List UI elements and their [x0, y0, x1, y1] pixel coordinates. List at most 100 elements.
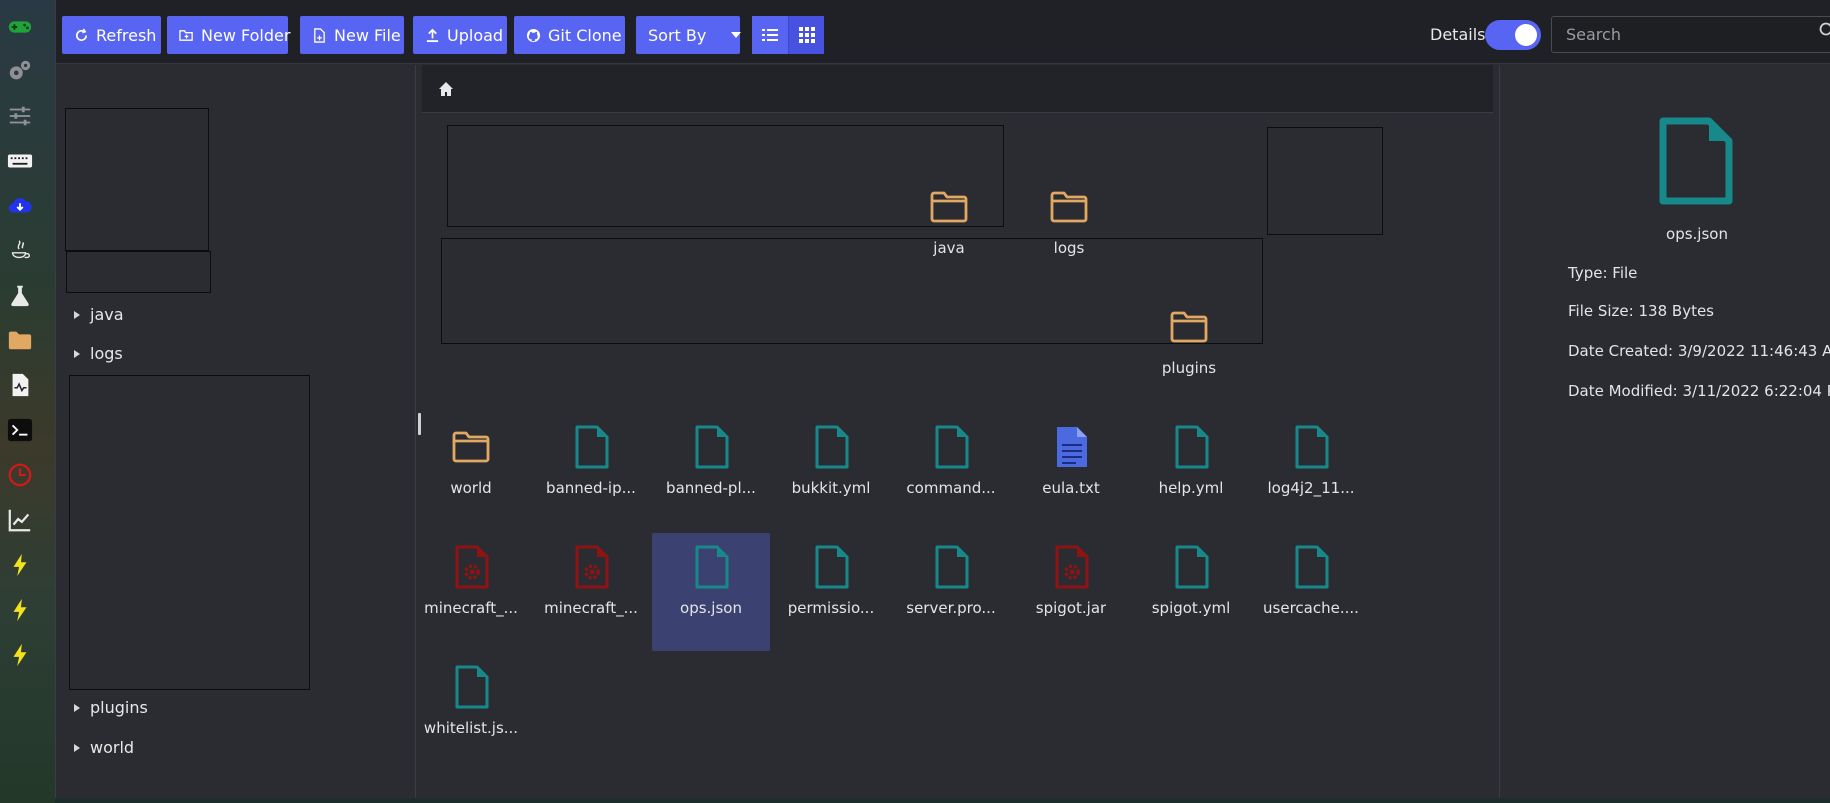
file-item[interactable]: minecraft_...: [412, 533, 530, 651]
details-file-name: ops.json: [1666, 225, 1728, 243]
details-date-modified: Date Modified: 3/11/2022 6:22:04 PM: [1568, 382, 1830, 400]
tree-placeholder: [65, 108, 209, 251]
new-folder-button[interactable]: New Folder: [167, 16, 290, 54]
clock-icon[interactable]: [5, 460, 35, 490]
file-name: ops.json: [680, 599, 742, 617]
file-name: world: [450, 479, 492, 497]
file-name: permissio...: [787, 599, 875, 617]
file-name: help.yml: [1158, 479, 1224, 497]
folder-icon[interactable]: [5, 325, 35, 355]
file-icon: [1175, 425, 1209, 469]
binary-file-icon: [1055, 545, 1089, 589]
file-name: server.pro...: [906, 599, 996, 617]
search-input[interactable]: [1551, 16, 1830, 53]
file-item[interactable]: banned-ip...: [532, 413, 650, 531]
file-icon: [1295, 545, 1329, 589]
file-item[interactable]: ops.json: [652, 533, 770, 651]
folder-item[interactable]: java: [890, 173, 1008, 291]
terminal-icon[interactable]: [5, 415, 35, 445]
breadcrumb: [422, 65, 1493, 113]
tree-placeholder: [69, 375, 310, 690]
chevron-down-icon: [731, 32, 742, 38]
file-name: whitelist.js...: [423, 719, 519, 737]
file-item[interactable]: spigot.yml: [1132, 533, 1250, 651]
gears-icon[interactable]: [5, 56, 35, 86]
file-name: java: [933, 239, 965, 257]
new-folder-icon: [179, 29, 193, 41]
file-item[interactable]: log4j2_11...: [1252, 413, 1370, 531]
file-item[interactable]: banned-pl...: [652, 413, 770, 531]
git-clone-button[interactable]: Git Clone: [514, 16, 625, 54]
caret-right-icon: [74, 703, 80, 712]
binary-file-icon: [455, 545, 489, 589]
list-icon: [762, 29, 778, 41]
list-view-button[interactable]: [752, 16, 788, 54]
upload-icon: [426, 28, 439, 42]
refresh-icon: [75, 28, 88, 41]
folder-item[interactable]: world: [412, 413, 530, 531]
new-file-button[interactable]: New File: [300, 16, 404, 54]
file-icon: [455, 665, 489, 709]
file-item[interactable]: bukkit.yml: [772, 413, 890, 531]
bolt-icon[interactable]: [5, 640, 35, 670]
sliders-icon[interactable]: [5, 101, 35, 131]
upload-button[interactable]: Upload: [413, 16, 507, 54]
toolbar: Refresh New Folder New File Upload Git C…: [56, 0, 1830, 64]
new-file-icon: [314, 27, 325, 43]
file-manager: Refresh New Folder New File Upload Git C…: [55, 0, 1830, 798]
sort-by-dropdown[interactable]: Sort By: [636, 16, 742, 54]
grid-placeholder: [1267, 127, 1383, 235]
refresh-button[interactable]: Refresh: [62, 16, 161, 54]
folder-icon: [1170, 311, 1208, 343]
file-icon: [695, 545, 729, 589]
home-icon[interactable]: [438, 81, 454, 97]
file-item[interactable]: server.pro...: [892, 533, 1010, 651]
file-icon: [1175, 545, 1209, 589]
file-item[interactable]: minecraft_...: [532, 533, 650, 651]
file-name: logs: [1053, 239, 1085, 257]
file-item[interactable]: permissio...: [772, 533, 890, 651]
chart-icon[interactable]: [5, 505, 35, 535]
file-icon: [695, 425, 729, 469]
java-icon[interactable]: [5, 235, 35, 265]
details-type: Type: File: [1568, 264, 1638, 282]
details-toggle-label: Details: [1430, 25, 1486, 44]
text-file-icon: [1057, 427, 1087, 467]
details-panel: ops.json Type: File File Size: 138 Bytes…: [1507, 65, 1830, 798]
gamepad-icon[interactable]: [5, 12, 35, 42]
tree-item-plugins[interactable]: plugins: [74, 698, 148, 717]
folder-icon: [930, 191, 968, 223]
bolt-icon[interactable]: [5, 550, 35, 580]
file-item[interactable]: spigot.jar: [1012, 533, 1130, 651]
cloud-download-icon[interactable]: [5, 191, 35, 221]
bolt-icon[interactable]: [5, 595, 35, 625]
caret-right-icon: [74, 349, 80, 358]
file-pulse-icon[interactable]: [5, 370, 35, 400]
file-item[interactable]: eula.txt: [1012, 413, 1130, 531]
tree-item-world[interactable]: world: [74, 738, 134, 757]
grid-view-button[interactable]: [788, 16, 824, 54]
search-icon[interactable]: [1819, 22, 1830, 39]
file-item[interactable]: usercache....: [1252, 533, 1370, 651]
file-name: minecraft_...: [544, 599, 638, 617]
folder-icon: [452, 431, 490, 463]
file-item[interactable]: help.yml: [1132, 413, 1250, 531]
folder-icon: [1050, 191, 1088, 223]
file-grid-panel: java logs plugins world banned-ip... banned-p…: [422, 65, 1500, 798]
keyboard-icon[interactable]: [5, 146, 35, 176]
tree-item-java[interactable]: java: [74, 305, 124, 324]
folder-item[interactable]: logs: [1010, 173, 1128, 291]
grid-icon: [798, 27, 815, 43]
folder-item[interactable]: plugins: [1130, 293, 1248, 411]
file-name: spigot.yml: [1151, 599, 1231, 617]
caret-right-icon: [74, 310, 80, 319]
file-item[interactable]: whitelist.js...: [412, 653, 530, 771]
flask-icon[interactable]: [5, 280, 35, 310]
file-item[interactable]: command...: [892, 413, 1010, 531]
file-name: eula.txt: [1042, 479, 1100, 497]
tree-placeholder: [66, 251, 211, 293]
tree-item-logs[interactable]: logs: [74, 344, 123, 363]
details-toggle[interactable]: [1485, 20, 1541, 50]
file-name: plugins: [1161, 359, 1217, 377]
binary-file-icon: [575, 545, 609, 589]
